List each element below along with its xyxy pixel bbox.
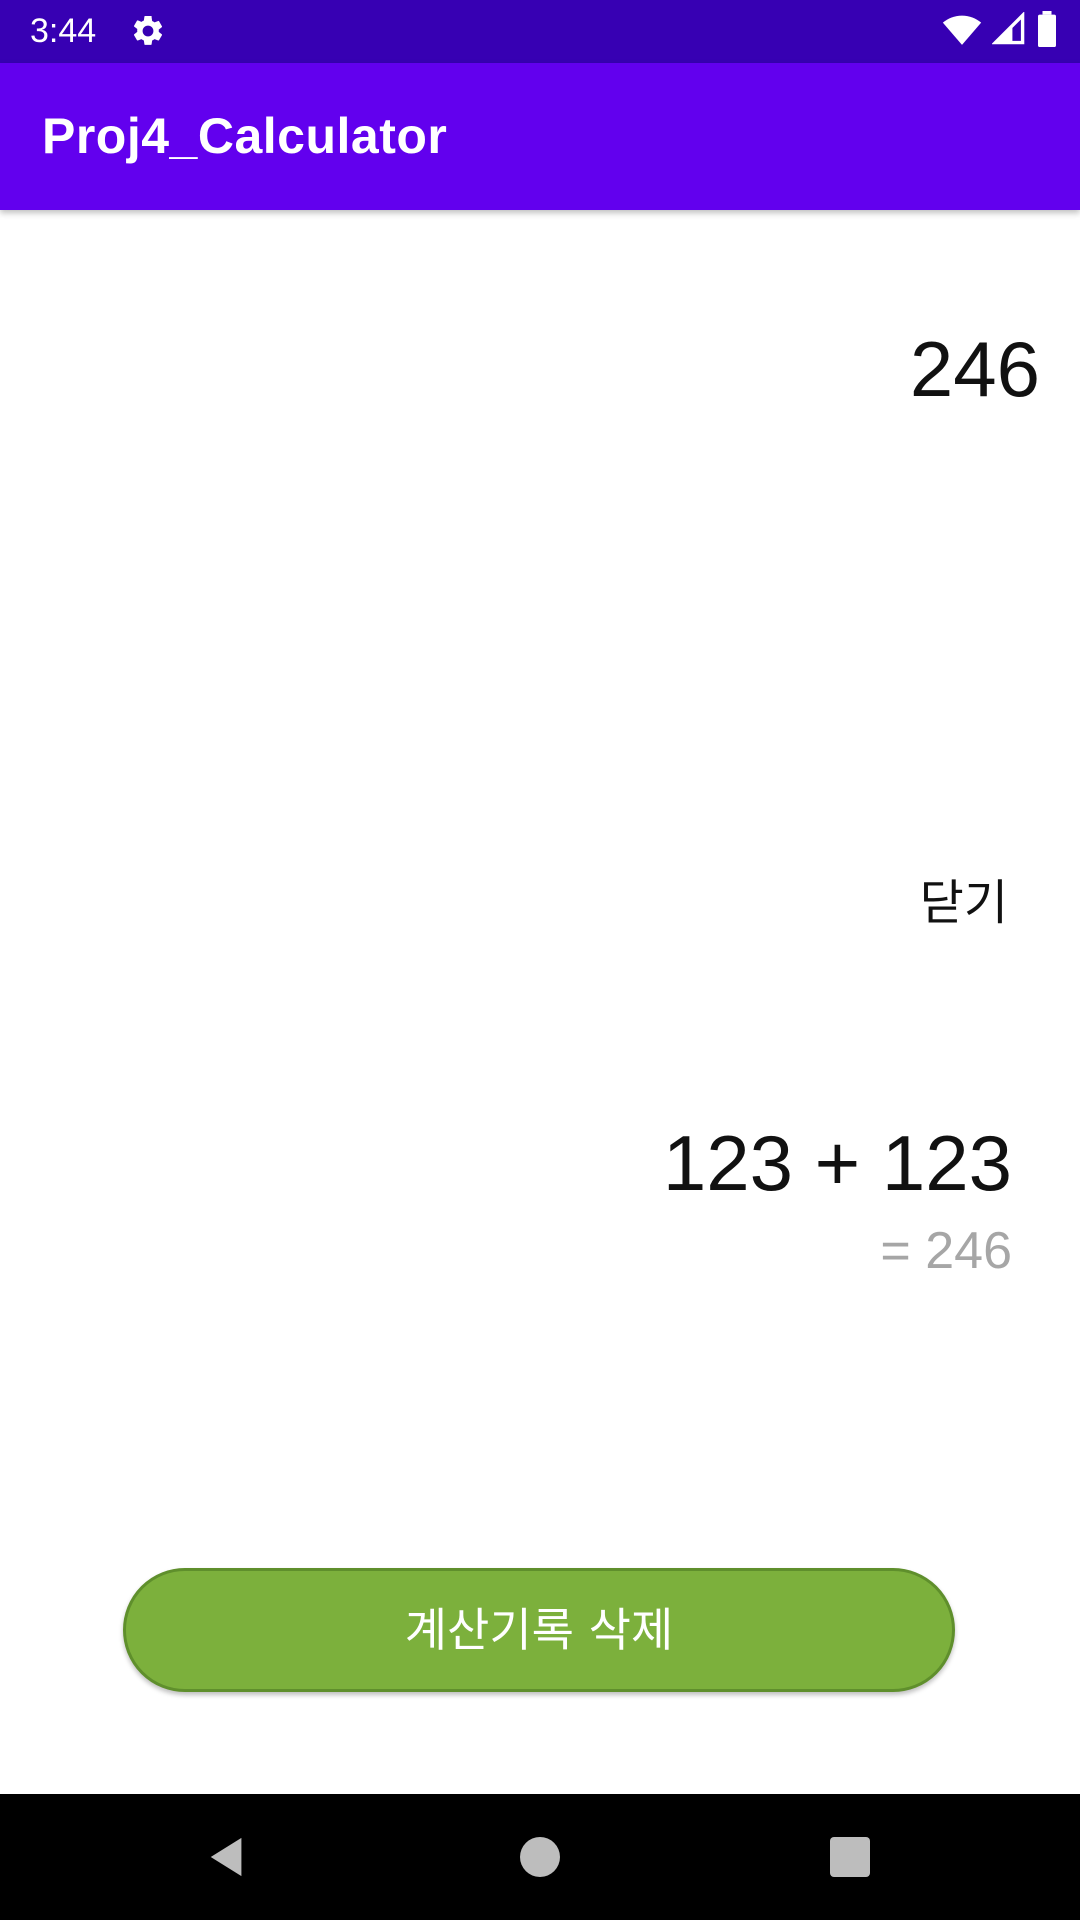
close-history-button[interactable]: 닫기 (920, 875, 1008, 933)
status-bar: 3:44 (0, 0, 1080, 63)
home-icon[interactable] (520, 1837, 560, 1877)
cell-signal-icon (991, 11, 1026, 50)
history-result: = 246 (880, 1222, 1012, 1280)
navigation-bar (0, 1794, 1080, 1920)
status-time: 3:44 (30, 12, 97, 50)
battery-icon (1036, 11, 1058, 51)
wifi-icon (942, 12, 982, 50)
gear-icon (130, 13, 166, 49)
history-expression: 123 + 123 (662, 1119, 1012, 1207)
status-icons (942, 11, 1058, 51)
back-icon[interactable] (205, 1834, 251, 1880)
recents-icon[interactable] (830, 1837, 870, 1877)
delete-history-button[interactable]: 계산기록 삭제 (123, 1568, 955, 1692)
result-display: 246 (909, 325, 1040, 413)
app-title: Proj4_Calculator (42, 108, 448, 164)
app-bar: Proj4_Calculator (0, 63, 1080, 210)
